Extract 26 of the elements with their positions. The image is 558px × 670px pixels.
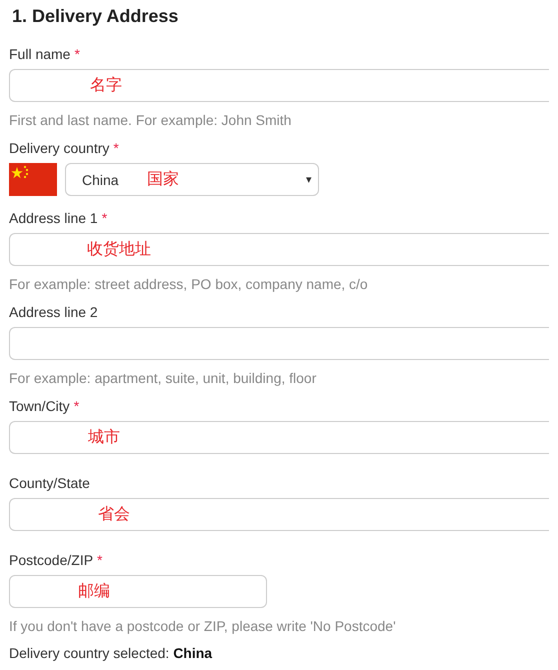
required-mark: *: [102, 209, 108, 227]
input-field[interactable]: 名字: [9, 69, 549, 102]
hint-text: For example: street address, PO box, company name, c/o: [9, 275, 369, 293]
hint-text: If you don't have a postcode or ZIP, please write 'No Postcode': [9, 617, 397, 635]
field-label: Town/City: [9, 397, 70, 415]
field-label: Full name: [9, 45, 70, 63]
required-mark: *: [74, 397, 80, 415]
summary-text: Delivery country selected: China: [9, 645, 214, 661]
country-select[interactable]: China 国家 ▾: [65, 163, 319, 196]
input-field[interactable]: 城市: [9, 421, 549, 454]
flag-icon: [9, 163, 57, 196]
field-label: County/State: [9, 474, 90, 492]
section-title: 1. Delivery Address: [12, 5, 180, 28]
input-field[interactable]: 省会: [9, 498, 549, 531]
required-mark: *: [113, 139, 119, 157]
hint-text: For example: apartment, suite, unit, building, floor: [9, 369, 318, 387]
field-label: Address line 1: [9, 209, 98, 227]
required-mark: *: [97, 551, 102, 569]
required-mark: *: [74, 45, 80, 63]
input-field[interactable]: [9, 327, 549, 360]
field-label: Delivery country: [9, 139, 110, 157]
input-field[interactable]: 邮编: [9, 575, 267, 608]
field-label: Address line 2: [9, 303, 98, 321]
input-field[interactable]: 收货地址: [9, 233, 549, 266]
hint-text: First and last name. For example: John Smith: [9, 111, 292, 129]
field-label: Postcode/ZIP: [9, 551, 94, 569]
